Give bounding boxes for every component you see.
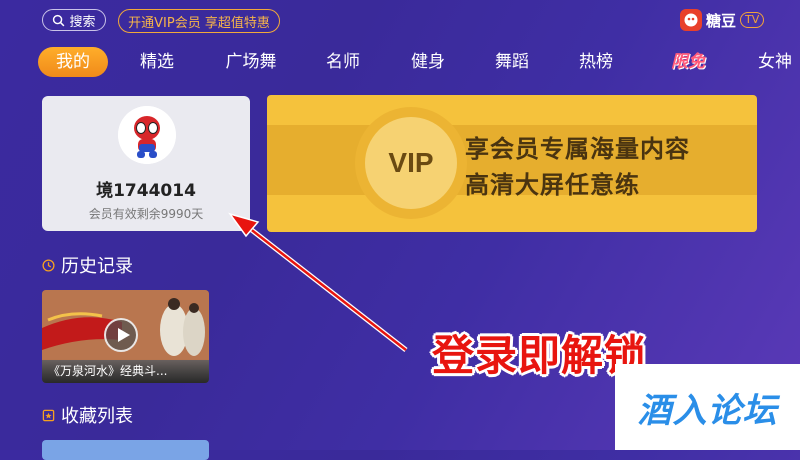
forum-watermark: 酒入论坛 [615, 364, 800, 450]
